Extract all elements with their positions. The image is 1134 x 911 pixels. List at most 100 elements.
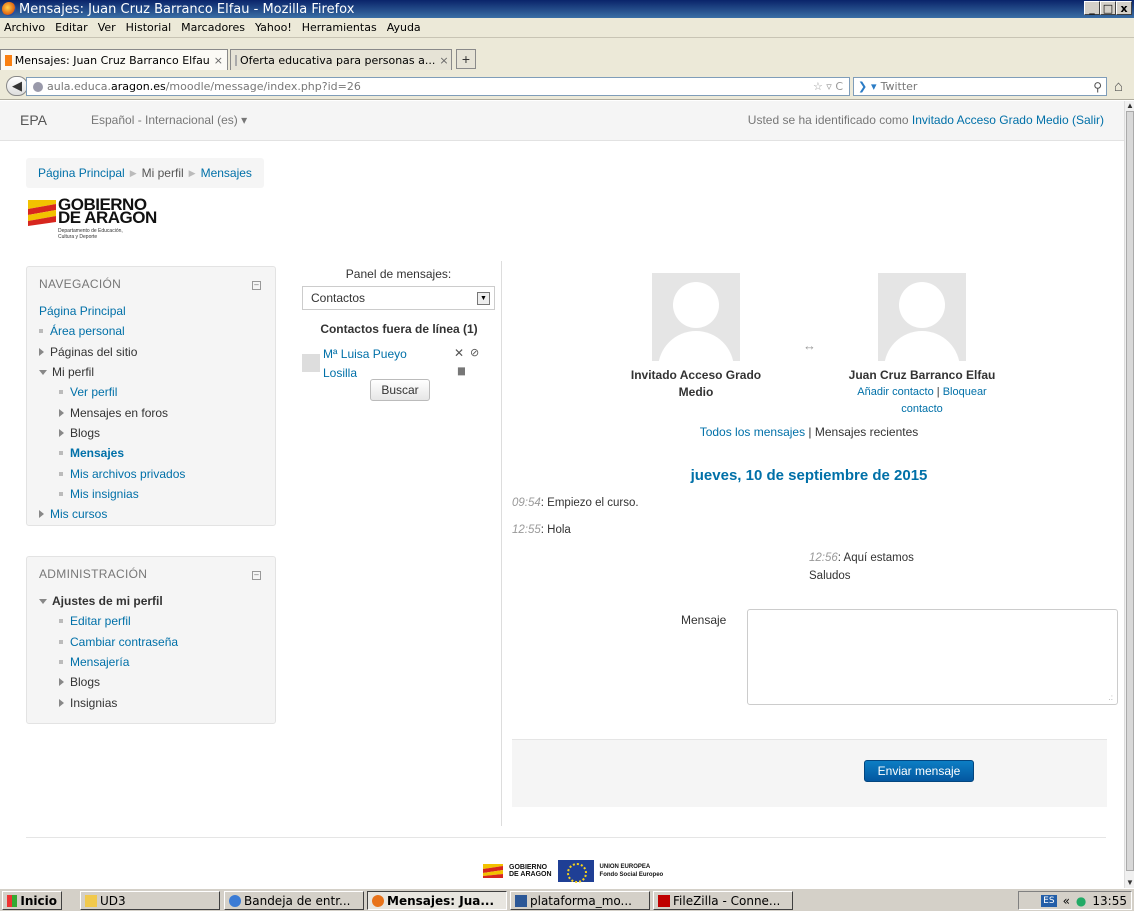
site-brand[interactable]: EPA <box>20 112 47 128</box>
menu-yahoo[interactable]: Yahoo! <box>255 21 292 34</box>
new-tab-button[interactable]: + <box>456 49 476 69</box>
breadcrumb-profile[interactable]: Mi perfil <box>142 166 184 180</box>
nav-archivos-privados[interactable]: Mis archivos privados <box>39 463 275 483</box>
menu-editar[interactable]: Editar <box>55 21 88 34</box>
admin-label: Mensajería <box>70 655 130 670</box>
my-user-name: Invitado Acceso Grado Medio <box>630 368 762 399</box>
admin-insignias[interactable]: Insignias <box>39 692 275 712</box>
breadcrumb-messages[interactable]: Mensajes <box>201 166 252 180</box>
taskbar-item-mensajes[interactable]: Mensajes: Jua... <box>367 891 507 910</box>
admin-cambiar-contrasena[interactable]: Cambiar contraseña <box>39 632 275 652</box>
menu-herramientas[interactable]: Herramientas <box>302 21 377 34</box>
add-contact-link[interactable]: Añadir contacto <box>857 386 933 398</box>
avatar[interactable] <box>652 273 740 361</box>
navigation-block: NAVEGACIÓN – Página Principal Área perso… <box>26 266 276 526</box>
network-icon[interactable]: ● <box>1076 894 1086 908</box>
menu-historial[interactable]: Historial <box>126 21 171 34</box>
nav-home[interactable]: Página Principal <box>39 301 275 321</box>
menu-archivo[interactable]: Archivo <box>4 21 45 34</box>
tab-label: Oferta educativa para personas a... <box>240 53 436 67</box>
chrome-icon <box>229 894 241 907</box>
tray-expand-icon[interactable]: « <box>1063 894 1070 908</box>
eu-flag-icon <box>557 860 594 883</box>
site-identity-icon[interactable] <box>33 81 43 92</box>
taskbar-item-bandeja[interactable]: Bandeja de entr... <box>224 891 364 910</box>
nav-label: Mis archivos privados <box>70 466 186 481</box>
menu-marcadores[interactable]: Marcadores <box>181 21 245 34</box>
compose-label: Mensaje <box>681 613 727 627</box>
logout-link[interactable]: (Salir) <box>1072 113 1104 127</box>
taskbar-item-ud3[interactable]: UD3 <box>80 891 220 910</box>
admin-mensajeria[interactable]: Mensajería <box>39 652 275 672</box>
nav-blogs[interactable]: Blogs <box>39 423 275 443</box>
contact-item[interactable]: Mª Luisa Pueyo Losilla ✕ ⊘ ▆ <box>302 342 492 382</box>
tab-close-icon[interactable]: × <box>214 54 223 67</box>
scrollbar-thumb[interactable] <box>1126 111 1134 871</box>
message-time: 12:56 <box>809 552 838 564</box>
message-history-icon[interactable]: ▆ <box>458 365 465 376</box>
close-button[interactable]: x <box>1116 1 1132 15</box>
nav-paginas-sitio[interactable]: Páginas del sitio <box>39 342 275 362</box>
footer-gobierno-text: GOBIERNO DE ARAGON <box>509 864 552 878</box>
scroll-up-icon[interactable]: ▲ <box>1125 101 1134 111</box>
message-textarea[interactable]: .: <box>747 609 1118 705</box>
message-panel-title: Panel de mensajes: <box>345 267 452 281</box>
bookmark-star-icon[interactable]: ☆ ▿ C <box>813 80 843 93</box>
collapse-block-icon[interactable]: – <box>252 571 261 580</box>
contact-name-link[interactable]: Mª Luisa Pueyo Losilla <box>323 345 423 383</box>
admin-label: Insignias <box>70 695 118 710</box>
windows-logo-icon <box>7 894 18 907</box>
nav-mensajes[interactable]: Mensajes <box>39 443 275 463</box>
remove-contact-icon[interactable]: ✕ <box>454 346 464 360</box>
minimize-button[interactable]: _ <box>1084 1 1100 15</box>
nav-ver-perfil[interactable]: Ver perfil <box>39 382 275 402</box>
all-messages-link[interactable]: Todos los mensajes <box>700 425 805 439</box>
nav-mi-perfil[interactable]: Mi perfil <box>39 362 275 382</box>
language-indicator[interactable]: ES <box>1041 894 1057 907</box>
menu-ayuda[interactable]: Ayuda <box>387 21 421 34</box>
tab-close-icon[interactable]: × <box>439 54 448 67</box>
clock: 13:55 <box>1092 893 1127 908</box>
tab-oferta-educativa[interactable]: Oferta educativa para personas a... × <box>230 49 452 70</box>
nav-area-personal[interactable]: Área personal <box>39 321 275 341</box>
nav-mis-cursos[interactable]: Mis cursos <box>39 504 275 524</box>
twitter-icon[interactable]: ❯ ▾ <box>858 80 877 93</box>
login-user-link[interactable]: Invitado Acceso Grado Medio <box>912 113 1069 127</box>
search-icon[interactable]: ⚲ <box>1093 80 1102 94</box>
administration-block: ADMINISTRACIÓN – Ajustes de mi perfil Ed… <box>26 556 276 724</box>
expand-arrow-icon <box>39 347 44 356</box>
home-icon[interactable]: ⌂ <box>1114 78 1123 95</box>
taskbar-item-plataforma[interactable]: plataforma_mo... <box>510 891 650 910</box>
back-button[interactable]: ◀ <box>6 76 28 96</box>
search-bar[interactable]: ❯ ▾ Twitter ⚲ <box>853 77 1107 96</box>
collapse-block-icon[interactable]: – <box>252 281 261 290</box>
scroll-down-icon[interactable]: ▼ <box>1125 878 1134 888</box>
other-user-name[interactable]: Juan Cruz Barranco Elfau <box>838 367 1006 384</box>
admin-editar-perfil[interactable]: Editar perfil <box>39 611 275 631</box>
url-bar[interactable]: aula.educa. aragon.es/moodle/message/inde… <box>26 77 850 96</box>
send-message-button[interactable]: Enviar mensaje <box>864 760 974 782</box>
maximize-button[interactable]: □ <box>1100 1 1116 15</box>
chevron-down-icon[interactable]: ▼ <box>477 292 490 305</box>
admin-blogs[interactable]: Blogs <box>39 672 275 692</box>
menu-ver[interactable]: Ver <box>98 21 116 34</box>
login-info: Usted se ha identificado como Invitado A… <box>748 113 1104 127</box>
tab-mensajes[interactable]: Mensajes: Juan Cruz Barranco Elfau × <box>0 49 228 70</box>
footer-logo-a-2: DE ARAGON <box>509 871 552 878</box>
resize-grip-icon[interactable]: .: <box>1109 693 1113 702</box>
start-button[interactable]: Inicio <box>2 891 62 910</box>
language-menu[interactable]: Español - Internacional (es) ▾ <box>91 113 247 127</box>
start-label: Inicio <box>20 893 57 908</box>
block-contact-icon[interactable]: ⊘ <box>470 346 479 359</box>
page-scrollbar[interactable]: ▲ ▼ <box>1124 101 1134 888</box>
admin-ajustes-perfil[interactable]: Ajustes de mi perfil <box>39 591 275 611</box>
nav-mensajes-foros[interactable]: Mensajes en foros <box>39 402 275 422</box>
avatar[interactable] <box>878 273 966 361</box>
nav-insignias[interactable]: Mis insignias <box>39 484 275 504</box>
search-button[interactable]: Buscar <box>370 379 430 401</box>
offline-contacts-heading: Contactos fuera de línea (1) <box>320 322 478 336</box>
taskbar-item-filezilla[interactable]: FileZilla - Conne... <box>653 891 793 910</box>
message-panel-select[interactable]: Contactos ▼ <box>302 286 495 310</box>
firefox-icon <box>372 894 384 907</box>
breadcrumb-home[interactable]: Página Principal <box>38 166 125 180</box>
